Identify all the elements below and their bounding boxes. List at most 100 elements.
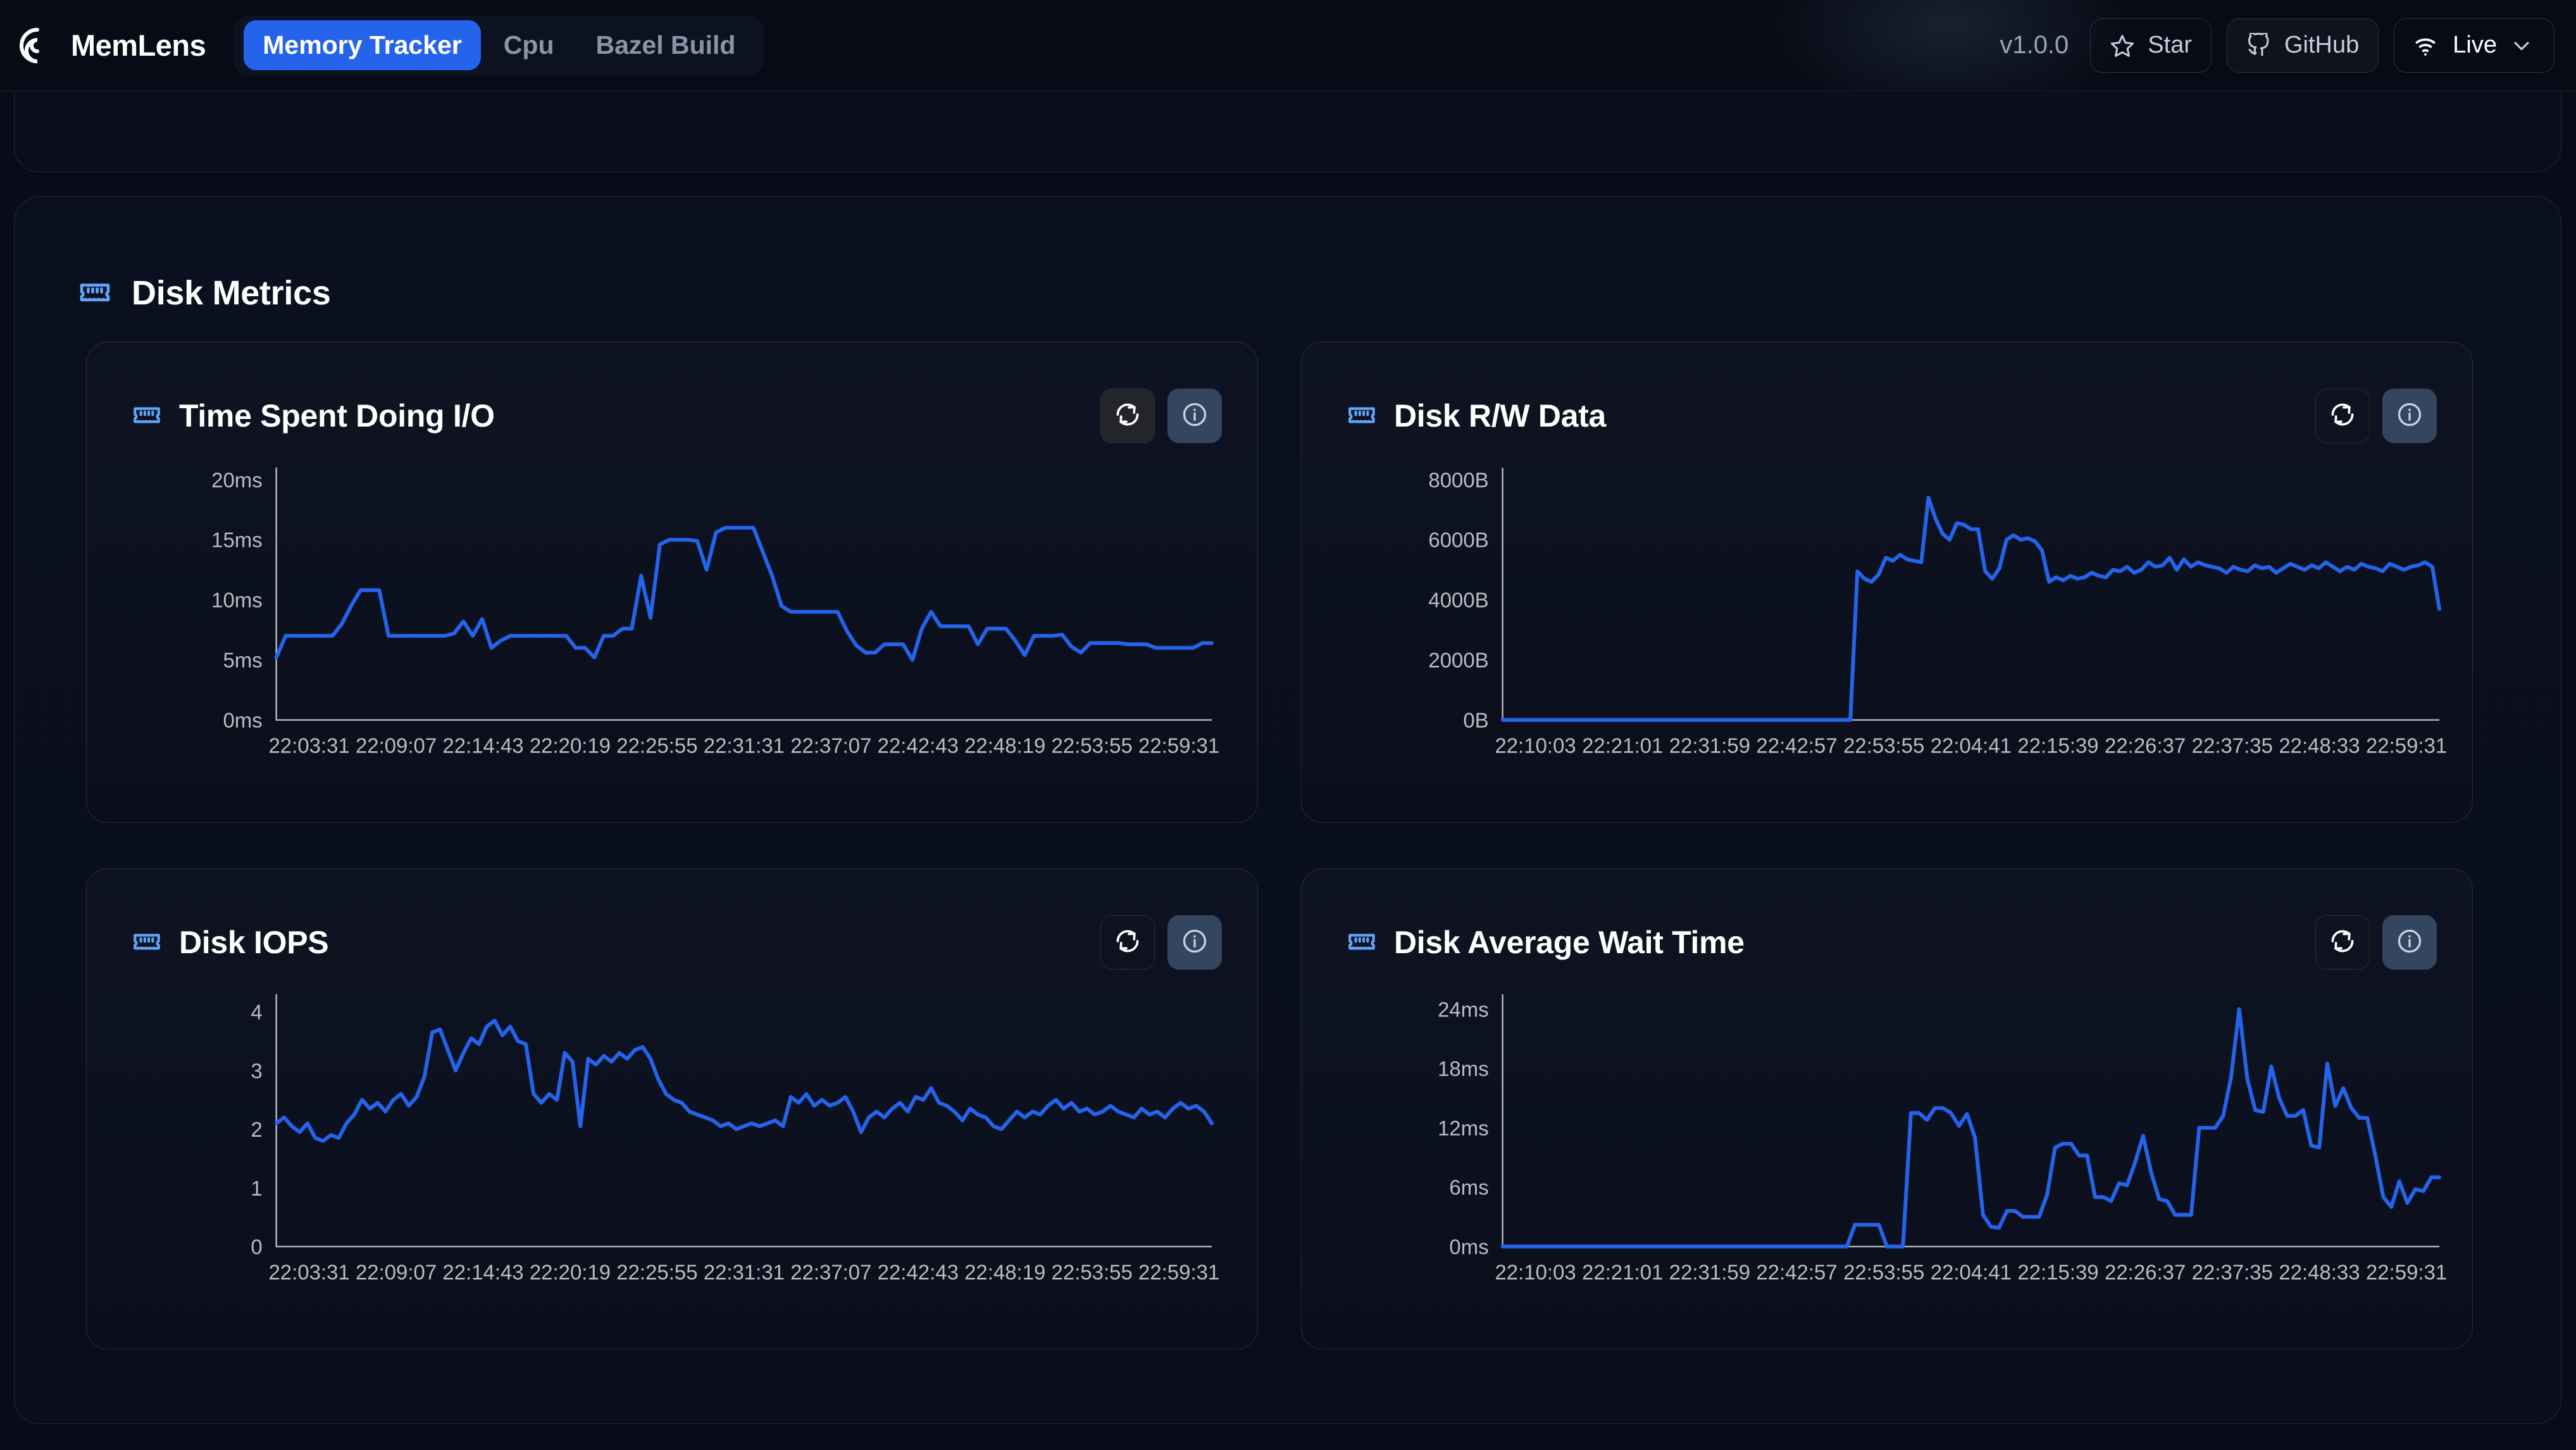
card-header: Time Spent Doing I/O: [131, 387, 1222, 445]
github-icon: [2246, 32, 2272, 58]
svg-text:22:31:31: 22:31:31: [704, 734, 785, 757]
svg-text:22:53:55: 22:53:55: [1052, 1260, 1133, 1284]
line-chart-svg: 0ms 6ms 12ms 18ms 24ms 22:10:03 22:21:01 22:31:…: [1438, 994, 2447, 1284]
svg-text:18ms: 18ms: [1438, 1057, 1489, 1080]
svg-text:22:53:55: 22:53:55: [1843, 734, 1924, 757]
info-icon: [1181, 401, 1209, 432]
svg-text:22:42:57: 22:42:57: [1756, 1260, 1837, 1284]
refresh-icon: [1114, 927, 1142, 958]
svg-text:22:20:19: 22:20:19: [530, 1260, 611, 1284]
info-button[interactable]: [2382, 915, 2437, 970]
refresh-button[interactable]: [1100, 915, 1155, 970]
star-button-label: Star: [2148, 32, 2192, 58]
svg-text:22:15:39: 22:15:39: [2017, 1260, 2098, 1284]
svg-text:22:48:19: 22:48:19: [964, 1260, 1045, 1284]
memory-stick-icon: [131, 399, 163, 434]
card-header: Disk R/W Data: [1346, 387, 2437, 445]
svg-text:22:21:01: 22:21:01: [1582, 734, 1663, 757]
github-button[interactable]: GitHub: [2227, 18, 2379, 73]
tab-cpu[interactable]: Cpu: [485, 20, 573, 70]
svg-text:22:15:39: 22:15:39: [2017, 734, 2098, 757]
svg-text:6ms: 6ms: [1449, 1176, 1488, 1199]
brand[interactable]: MemLens: [18, 26, 206, 65]
card-title-wrap: Disk R/W Data: [1346, 397, 1606, 434]
line-chart-svg: 0123422:03:31 22:09:07 22:14:43 22:20:19 22:…: [251, 994, 1219, 1284]
tab-memory-tracker[interactable]: Memory Tracker: [244, 20, 481, 70]
svg-text:22:37:07: 22:37:07: [790, 734, 871, 757]
svg-text:22:04:41: 22:04:41: [1931, 1260, 2012, 1284]
svg-text:4000B: 4000B: [1428, 589, 1488, 612]
svg-text:20ms: 20ms: [211, 468, 263, 492]
card-header: Disk IOPS: [131, 913, 1222, 972]
version-label: v1.0.0: [2000, 31, 2069, 59]
memory-stick-icon: [131, 925, 163, 960]
refresh-icon: [2329, 401, 2356, 432]
svg-text:3: 3: [251, 1059, 262, 1082]
svg-text:22:14:43: 22:14:43: [442, 734, 523, 757]
star-button[interactable]: Star: [2090, 18, 2212, 73]
svg-text:22:20:19: 22:20:19: [530, 734, 611, 757]
svg-text:22:09:07: 22:09:07: [356, 1260, 437, 1284]
card-title-wrap: Disk Average Wait Time: [1346, 924, 1745, 961]
info-button[interactable]: [1167, 915, 1222, 970]
svg-text:22:10:03: 22:10:03: [1495, 1260, 1576, 1284]
svg-text:22:10:03: 22:10:03: [1495, 734, 1576, 757]
refresh-button[interactable]: [1100, 389, 1155, 443]
info-icon: [2396, 401, 2424, 432]
svg-text:22:09:07: 22:09:07: [356, 734, 437, 757]
svg-text:6000B: 6000B: [1428, 528, 1488, 552]
svg-text:0ms: 0ms: [1449, 1235, 1488, 1259]
header-right: v1.0.0 Star GitHub Live: [2000, 18, 2554, 73]
refresh-button[interactable]: [2315, 915, 2370, 970]
svg-text:22:37:35: 22:37:35: [2192, 1260, 2273, 1284]
card-title-wrap: Disk IOPS: [131, 924, 329, 961]
wifi-icon: [2412, 32, 2439, 59]
page-title: Disk Metrics: [132, 274, 331, 312]
svg-text:12ms: 12ms: [1438, 1116, 1489, 1140]
line-chart-svg: 0ms 5ms 10ms 15ms 20ms 22:03:31 22:09:07 22:14:…: [211, 467, 1219, 757]
card-title: Disk Average Wait Time: [1394, 925, 1745, 960]
info-button[interactable]: [1167, 389, 1222, 443]
svg-text:2: 2: [251, 1118, 262, 1141]
info-button[interactable]: [2382, 389, 2437, 443]
card-title-wrap: Time Spent Doing I/O: [131, 397, 495, 434]
disk-metrics-section-header: Disk Metrics: [77, 273, 331, 313]
card-actions: [2315, 389, 2437, 443]
github-button-label: GitHub: [2284, 32, 2360, 58]
svg-text:22:25:55: 22:25:55: [616, 734, 697, 757]
svg-text:22:42:57: 22:42:57: [1756, 734, 1837, 757]
line-chart-svg: 0B 2000B 4000B 6000B 8000B 22:10:03 22:21:01 22…: [1428, 467, 2447, 757]
svg-text:22:25:55: 22:25:55: [616, 1260, 697, 1284]
chart-plot-area: 0B 2000B 4000B 6000B 8000B 22:10:03 22:21:01 22…: [1302, 449, 2472, 822]
memory-stick-icon: [1346, 399, 1378, 434]
chevron-down-icon[interactable]: [2511, 35, 2532, 56]
chart-card-time-spent-doing-io: Time Spent Doing I/O 0ms 5ms 10ms 15ms 2…: [86, 342, 1258, 823]
svg-text:22:59:31: 22:59:31: [1138, 1260, 1219, 1284]
svg-text:5ms: 5ms: [223, 649, 262, 672]
svg-text:22:31:31: 22:31:31: [704, 1260, 785, 1284]
svg-text:22:31:59: 22:31:59: [1669, 734, 1750, 757]
svg-text:22:14:43: 22:14:43: [442, 1260, 523, 1284]
chart-card-disk-average-wait-time: Disk Average Wait Time 0ms 6ms 12ms 18ms…: [1301, 868, 2473, 1349]
card-actions: [1100, 915, 1222, 970]
svg-text:22:48:19: 22:48:19: [964, 734, 1045, 757]
live-status-label: Live: [2453, 32, 2497, 58]
memory-stick-icon: [1346, 925, 1378, 960]
svg-text:22:48:33: 22:48:33: [2279, 734, 2360, 757]
card-title: Time Spent Doing I/O: [179, 398, 495, 434]
svg-text:22:42:43: 22:42:43: [878, 1260, 959, 1284]
card-title: Disk IOPS: [179, 925, 329, 960]
svg-text:22:31:59: 22:31:59: [1669, 1260, 1750, 1284]
refresh-button[interactable]: [2315, 389, 2370, 443]
memlens-spiral-logo-icon: [18, 26, 57, 65]
svg-text:22:59:31: 22:59:31: [1138, 734, 1219, 757]
memory-stick-icon: [77, 274, 113, 313]
brand-name: MemLens: [71, 28, 206, 62]
svg-text:22:42:43: 22:42:43: [878, 734, 959, 757]
svg-text:24ms: 24ms: [1438, 997, 1489, 1021]
svg-text:22:59:31: 22:59:31: [2366, 734, 2447, 757]
svg-text:22:21:01: 22:21:01: [1582, 1260, 1663, 1284]
svg-text:0: 0: [251, 1235, 262, 1259]
tab-bazel-build[interactable]: Bazel Build: [577, 20, 755, 70]
live-status-button[interactable]: Live: [2394, 18, 2554, 73]
